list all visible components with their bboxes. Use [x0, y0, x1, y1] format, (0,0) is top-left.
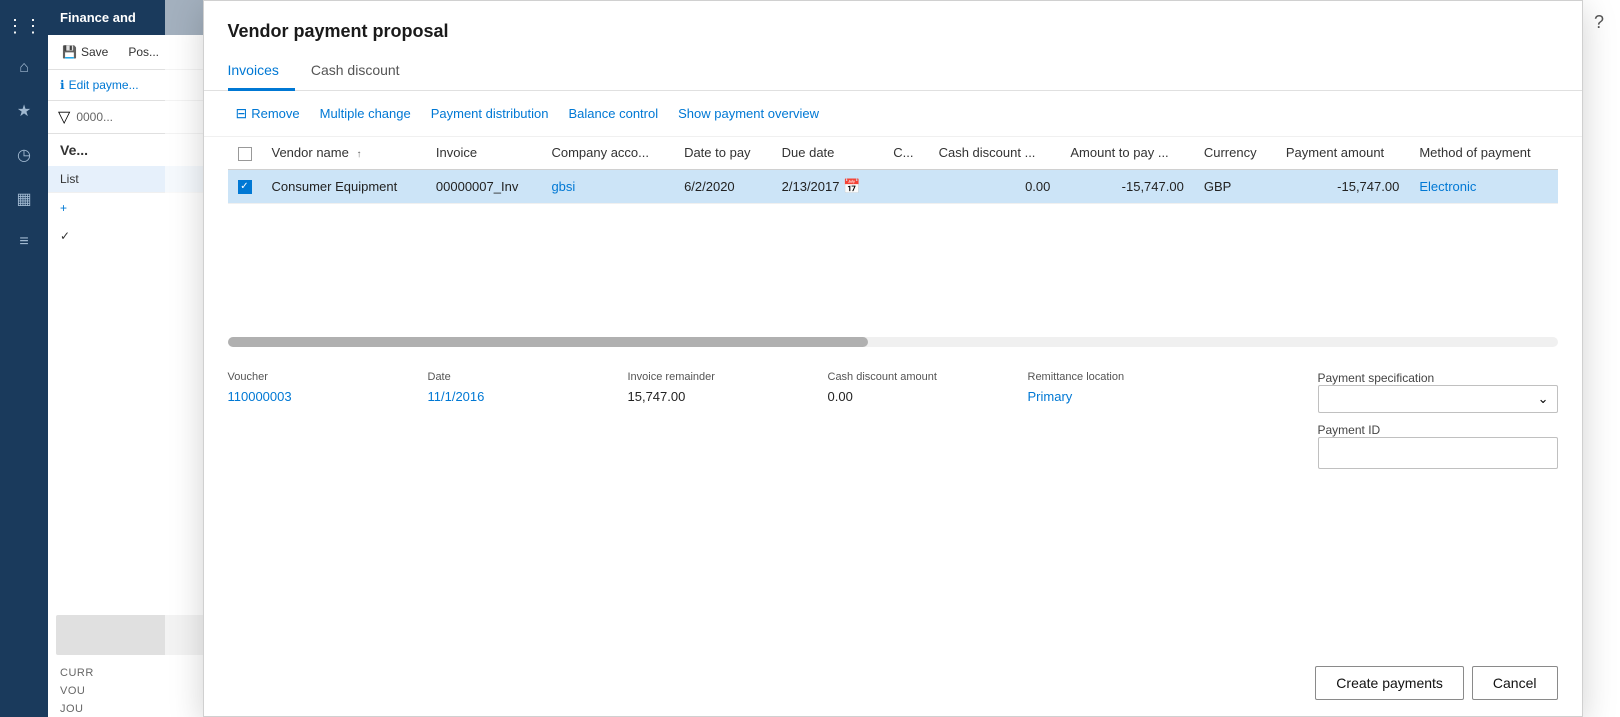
- create-payments-button[interactable]: Create payments: [1315, 666, 1464, 700]
- cell-amount-to-pay: -15,747.00: [1060, 169, 1193, 203]
- col-check: [228, 137, 262, 169]
- remove-icon: ⊟: [236, 105, 248, 122]
- header-checkbox[interactable]: [238, 147, 252, 161]
- cell-currency: GBP: [1194, 169, 1276, 203]
- sidebar-icon-chart[interactable]: ▦: [0, 179, 48, 219]
- save-icon: 💾: [62, 45, 77, 59]
- sidebar-icon-recent[interactable]: ◷: [0, 135, 48, 175]
- col-c: C...: [883, 137, 928, 169]
- check-icon: ✓: [60, 229, 70, 243]
- table-row[interactable]: ✓ Consumer Equipment 00000007_Inv gbsi 6…: [228, 169, 1558, 203]
- balance-control-button[interactable]: Balance control: [561, 102, 667, 125]
- cell-payment-amount: -15,747.00: [1276, 169, 1409, 203]
- cell-vendor-name: Consumer Equipment: [262, 169, 426, 203]
- info-icon: ℹ: [60, 78, 65, 92]
- cell-method-of-payment[interactable]: Electronic: [1409, 169, 1557, 203]
- col-company-acct: Company acco...: [541, 137, 674, 169]
- remove-button[interactable]: ⊟ Remove: [228, 101, 308, 126]
- help-icon[interactable]: ?: [1594, 12, 1604, 33]
- dialog-footer: Create payments Cancel: [204, 650, 1582, 716]
- col-cash-discount: Cash discount ...: [929, 137, 1061, 169]
- cash-discount-amount-field: Cash discount amount 0.00: [828, 371, 1028, 408]
- invoice-table-container: Vendor name ↑ Invoice Company acco... Da…: [204, 137, 1582, 337]
- cell-company-acct[interactable]: gbsi: [541, 169, 674, 203]
- cell-date-to-pay: 6/2/2020: [674, 169, 772, 203]
- multiple-change-button[interactable]: Multiple change: [312, 102, 419, 125]
- save-button[interactable]: 💾 Save: [56, 41, 114, 63]
- date-value[interactable]: 11/1/2016: [428, 385, 628, 408]
- dialog-toolbar: ⊟ Remove Multiple change Payment distrib…: [204, 91, 1582, 137]
- cell-cash-discount: 0.00: [929, 169, 1061, 203]
- sidebar-icon-home[interactable]: ⌂: [0, 49, 48, 87]
- cell-due-date: 2/13/2017 📅: [772, 169, 884, 203]
- remittance-location-field: Remittance location Primary: [1028, 371, 1228, 408]
- show-payment-overview-button[interactable]: Show payment overview: [670, 102, 827, 125]
- filter-icon[interactable]: ▽: [58, 107, 70, 127]
- voucher-field: Voucher 110000003: [228, 371, 428, 408]
- post-button[interactable]: Pos...: [122, 41, 165, 63]
- detail-row-1: Voucher 110000003 Date 11/1/2016 Invoice…: [228, 371, 1558, 469]
- sidebar-icon-star[interactable]: ★: [0, 91, 48, 131]
- dialog-tabs: Invoices Cash discount: [204, 54, 1582, 91]
- cell-c: [883, 169, 928, 203]
- tab-invoices[interactable]: Invoices: [228, 54, 295, 91]
- detail-section: Voucher 110000003 Date 11/1/2016 Invoice…: [204, 355, 1582, 485]
- payment-specification-select[interactable]: ⌄: [1318, 385, 1558, 413]
- sidebar: ⋮⋮ ⌂ ★ ◷ ▦ ≡: [0, 0, 48, 717]
- col-currency: Currency: [1194, 137, 1276, 169]
- grid-icon[interactable]: ⋮⋮: [0, 8, 50, 45]
- dialog-title: Vendor payment proposal: [204, 1, 1582, 54]
- col-due-date: Due date: [772, 137, 884, 169]
- col-amount-to-pay: Amount to pay ...: [1060, 137, 1193, 169]
- col-method-of-payment: Method of payment: [1409, 137, 1557, 169]
- cash-discount-amount-value: 0.00: [828, 385, 1028, 408]
- payment-id-field: Payment ID: [1318, 423, 1558, 469]
- invoice-table: Vendor name ↑ Invoice Company acco... Da…: [228, 137, 1558, 204]
- dialog-overlay: Vendor payment proposal Invoices Cash di…: [165, 0, 1620, 717]
- calendar-icon[interactable]: 📅: [843, 178, 860, 194]
- col-vendor-name: Vendor name ↑: [262, 137, 426, 169]
- scrollbar-thumb[interactable]: [228, 337, 868, 347]
- invoice-remainder-value: 15,747.00: [628, 385, 828, 408]
- col-invoice: Invoice: [426, 137, 542, 169]
- payment-specification-field: Payment specification ⌄: [1318, 371, 1558, 413]
- col-payment-amount: Payment amount: [1276, 137, 1409, 169]
- cancel-button[interactable]: Cancel: [1472, 666, 1558, 700]
- date-field: Date 11/1/2016: [428, 371, 628, 408]
- col-date-to-pay: Date to pay: [674, 137, 772, 169]
- row-checkbox[interactable]: ✓: [238, 180, 252, 194]
- voucher-value[interactable]: 110000003: [228, 385, 428, 408]
- sort-icon[interactable]: ↑: [356, 149, 361, 160]
- chevron-down-icon: ⌄: [1538, 391, 1549, 407]
- tab-cash-discount[interactable]: Cash discount: [295, 54, 416, 91]
- vendor-payment-dialog: Vendor payment proposal Invoices Cash di…: [203, 0, 1583, 717]
- remittance-location-value[interactable]: Primary: [1028, 385, 1228, 408]
- invoice-remainder-field: Invoice remainder 15,747.00: [628, 371, 828, 408]
- payment-spec-section: Payment specification ⌄ Payment ID: [1318, 371, 1558, 469]
- cell-invoice: 00000007_Inv: [426, 169, 542, 203]
- payment-id-input[interactable]: [1318, 437, 1558, 469]
- horizontal-scrollbar[interactable]: [228, 337, 1558, 347]
- sidebar-icon-list[interactable]: ≡: [0, 223, 48, 261]
- add-icon: +: [60, 201, 67, 215]
- payment-distribution-button[interactable]: Payment distribution: [423, 102, 557, 125]
